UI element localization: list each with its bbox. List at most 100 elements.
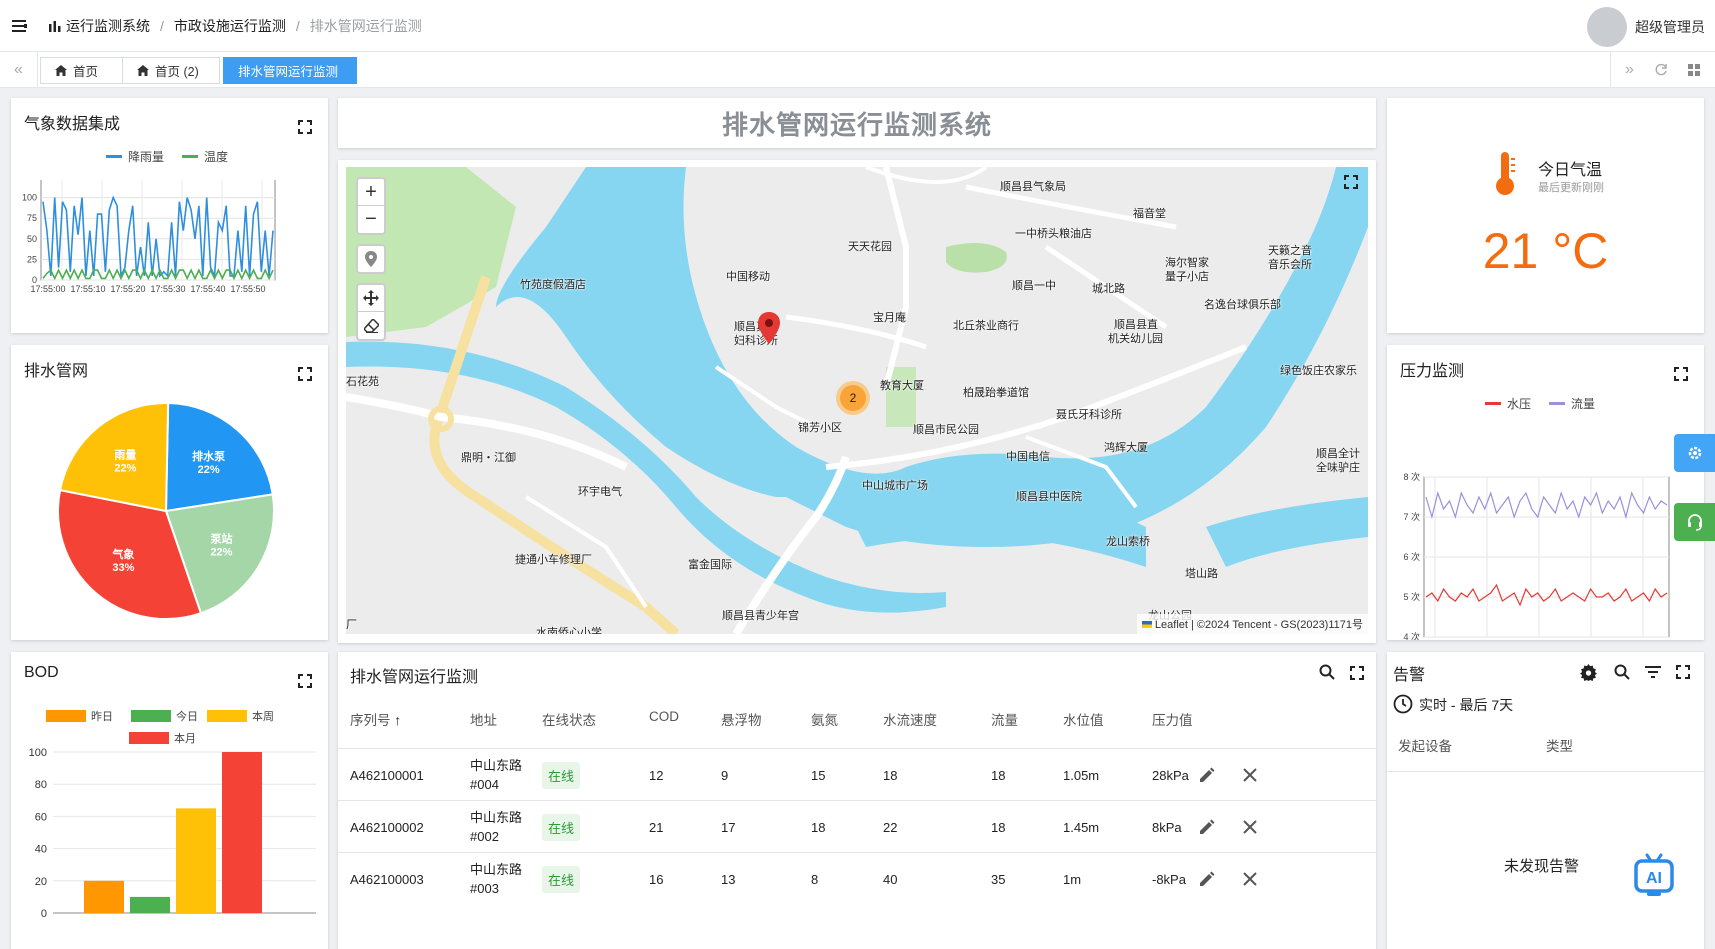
address-line2: #004 [470, 777, 499, 792]
map-label: 厂 [346, 619, 357, 631]
delete-button[interactable] [1243, 853, 1257, 905]
map-label: 柏晟跆拳道馆 [963, 387, 1029, 399]
address-line2: #003 [470, 881, 499, 896]
status-badge: 在线 [542, 761, 581, 789]
zoom-in-button[interactable]: + [358, 179, 384, 206]
user-name[interactable]: 超级管理员 [1635, 17, 1705, 37]
fullscreen-icon[interactable] [1676, 665, 1690, 679]
fullscreen-icon[interactable] [298, 120, 312, 134]
y-tick-label: 4 次 [1403, 631, 1420, 640]
edit-button[interactable] [1198, 853, 1216, 905]
col-ss[interactable]: 悬浮物 [721, 709, 762, 729]
map-cluster[interactable]: 2 [836, 381, 870, 415]
chart-bars-icon [49, 20, 61, 32]
map-attribution: Leaflet | ©2024 Tencent - GS(2023)1171号 [1136, 614, 1368, 634]
map-marker-icon[interactable] [758, 312, 780, 344]
cell-level: 1m [1063, 871, 1082, 887]
thermometer-icon [1496, 152, 1515, 195]
bar [176, 808, 216, 913]
location-pin-icon [365, 251, 377, 267]
y-tick-label: 6 次 [1403, 551, 1420, 562]
col-level[interactable]: 水位值 [1063, 709, 1104, 729]
bar [130, 896, 170, 913]
cell-pressure: 8kPa [1152, 819, 1182, 835]
y-tick-label: 100 [29, 747, 47, 759]
map-fullscreen-icon[interactable] [1344, 175, 1358, 189]
x-tick-label: 17:55:10 [70, 284, 105, 294]
y-tick-label: 25 [27, 254, 37, 264]
breadcrumb-item-current: 排水管网运行监测 [309, 17, 422, 34]
breadcrumb-item-municipal[interactable]: 市政设施运行监测 [174, 16, 286, 36]
water-pressure-series [1425, 583, 1668, 607]
alarm-range[interactable]: 实时 - 最后 7天 [1419, 695, 1513, 715]
fullscreen-icon[interactable] [1674, 367, 1688, 381]
grid-icon[interactable] [1675, 52, 1713, 88]
pie-label: 气象 [111, 547, 134, 561]
breadcrumb-item-system[interactable]: 运行监测系统 [66, 16, 150, 36]
pie-pct: 33% [112, 562, 134, 574]
col-serial[interactable]: 序列号 ↑ [350, 709, 401, 729]
tab-home[interactable]: 首页 [40, 57, 128, 84]
table-row[interactable]: A462100002 中山东路 #002 在线 21 17 18 22 18 1.45m 8kPa [338, 800, 1376, 852]
col-address[interactable]: 地址 [470, 709, 497, 729]
map-label: 聂氏牙科诊所 [1056, 409, 1122, 421]
support-float-button[interactable] [1674, 503, 1715, 541]
attribution-text: Leaflet | ©2024 Tencent - GS(2023)1171号 [1154, 619, 1363, 631]
legend-label: 今日 [176, 709, 198, 723]
settings-float-button[interactable] [1674, 434, 1715, 472]
col-nh[interactable]: 氨氮 [811, 709, 838, 729]
map-label: 全味驴庄 [1316, 462, 1360, 474]
pie-pct: 22% [210, 547, 232, 559]
table-title: 排水管网运行监测 [350, 669, 479, 686]
alarm-col-device[interactable]: 发起设备 [1398, 735, 1452, 755]
cell-nh: 8 [811, 871, 819, 887]
zoom-out-button[interactable]: − [358, 206, 384, 233]
avatar[interactable] [1587, 7, 1627, 47]
settings-icon[interactable] [1580, 664, 1597, 681]
table-row[interactable]: A462100003 中山东路 #003 在线 16 13 8 40 35 1m -8kPa [338, 852, 1376, 904]
weather-card: 气象数据集成 降雨量 温度 025507510012517:55:0017:55… [11, 98, 328, 333]
pie-label: 排水泵 [192, 449, 225, 463]
edit-button[interactable] [1198, 801, 1216, 853]
home-icon [55, 65, 67, 76]
map-view[interactable]: 顺昌县气象局 福音堂 天天花园 一中桥头粮油店 海尔智家 量子小店 天籁之音 音乐会所 竹苑度假… [346, 167, 1368, 634]
col-status[interactable]: 在线状态 [542, 709, 596, 729]
map-label: 北丘茶业商行 [953, 320, 1019, 332]
edit-button[interactable] [1198, 749, 1216, 801]
legend-flow: 流量 [1571, 397, 1596, 411]
map-label: 中国电信 [1006, 451, 1050, 463]
fullscreen-icon[interactable] [1350, 666, 1364, 680]
y-tick-label: 0 [41, 908, 47, 920]
tab-home-2[interactable]: 首页 (2) [122, 57, 220, 84]
search-icon[interactable] [1319, 664, 1335, 680]
col-pressure[interactable]: 压力值 [1152, 709, 1193, 729]
weather-card-title: 气象数据集成 [24, 116, 121, 133]
tab-drainage-monitor[interactable]: 排水管网运行监测 [223, 57, 357, 84]
menu-toggle-icon[interactable] [0, 0, 40, 52]
move-icon [363, 290, 379, 306]
delete-button[interactable] [1243, 801, 1257, 853]
filter-icon[interactable] [1645, 666, 1661, 678]
cluster-count: 2 [840, 385, 866, 411]
move-button[interactable] [358, 285, 384, 312]
user-menu[interactable]: 超级管理员 [1587, 7, 1705, 47]
col-flow[interactable]: 流量 [991, 709, 1018, 729]
sort-asc-icon[interactable]: ↑ [394, 712, 401, 728]
erase-button[interactable] [358, 312, 384, 339]
tabs-scroll-left-icon[interactable]: « [0, 52, 38, 88]
x-tick-label: 17:55:50 [230, 284, 265, 294]
alarm-col-type[interactable]: 类型 [1546, 735, 1573, 755]
map-card: 顺昌县气象局 福音堂 天天花园 一中桥头粮油店 海尔智家 量子小店 天籁之音 音乐会所 竹苑度假… [338, 160, 1376, 643]
search-icon[interactable] [1614, 664, 1630, 680]
table-row[interactable]: A462100001 中山东路 #004 在线 12 9 15 18 18 1.05m 28kPa [338, 748, 1376, 800]
delete-button[interactable] [1243, 749, 1257, 801]
col-speed[interactable]: 水流速度 [883, 709, 937, 729]
col-cod[interactable]: COD [649, 709, 679, 724]
temp-subtitle: 最后更新刚刚 [1538, 182, 1604, 194]
ai-assistant-button[interactable]: AI [1634, 853, 1674, 899]
draw-marker-button[interactable] [356, 244, 386, 274]
y-tick-label: 100 [22, 193, 37, 203]
map-label: 绿色饭庄农家乐 [1280, 365, 1357, 377]
temp-title: 今日气温 [1538, 162, 1603, 179]
y-tick-label: 75 [27, 213, 37, 223]
